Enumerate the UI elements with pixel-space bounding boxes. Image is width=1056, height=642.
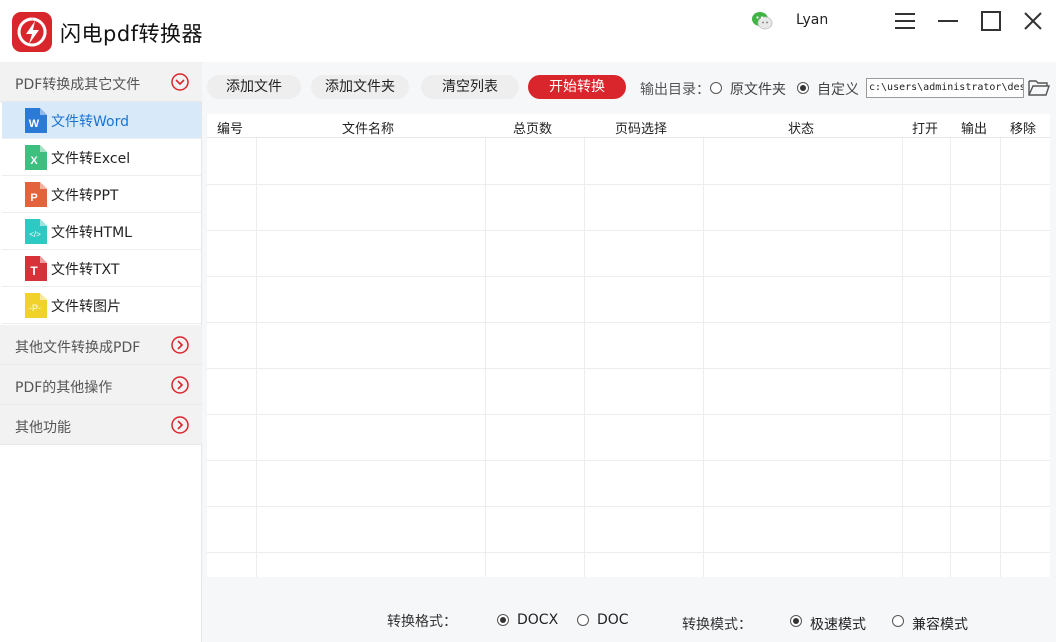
sidebar-item-label: 文件转Word [51,114,129,130]
section-pdf-other-ops[interactable]: PDF的其他操作 [0,365,202,405]
section-label: 其他功能 [15,420,71,436]
radio-format-docx-label: DOCX [517,612,559,628]
radio-mode-fast[interactable] [790,615,802,627]
radio-format-docx[interactable] [497,614,509,626]
column-header-pages: 总页数 [513,122,553,137]
ppt-file-icon: P [25,182,47,207]
sidebar-item-txt[interactable]: T 文件转TXT [2,250,201,287]
section-other-functions[interactable]: 其他功能 [0,405,202,445]
sidebar: PDF转换成其它文件 W 文件转Word X 文件转Excel P 文件转PPT… [0,62,202,642]
sidebar-item-word[interactable]: W 文件转Word [2,102,201,139]
radio-source-folder[interactable] [710,82,722,94]
sidebar-item-label: 文件转图片 [51,299,121,315]
main-panel: 添加文件 添加文件夹 清空列表 开始转换 输出目录： 原文件夹 自定义 c:\u… [202,62,1056,642]
output-dir-label: 输出目录： [640,82,710,98]
svg-text:P: P [30,192,37,204]
app-title: 闪电pdf转换器 [60,22,204,46]
clear-list-button[interactable]: 清空列表 [421,75,519,99]
word-file-icon: W [25,108,47,133]
sidebar-item-ppt[interactable]: P 文件转PPT [2,176,201,213]
svg-text:W: W [29,118,40,130]
excel-file-icon: X [25,145,47,170]
section-pdf-to-other[interactable]: PDF转换成其它文件 [0,62,202,102]
wechat-icon[interactable] [751,10,773,32]
sidebar-item-label: 文件转PPT [51,188,119,204]
radio-source-folder-label: 原文件夹 [730,82,786,98]
column-header-page-select: 页码选择 [615,122,668,137]
output-path-field[interactable]: c:\users\administrator\desktop [866,78,1024,98]
radio-custom[interactable] [797,82,809,94]
sidebar-item-html[interactable]: </> 文件转HTML [2,213,201,250]
sidebar-item-label: 文件转HTML [51,225,132,241]
folder-open-icon[interactable] [1028,78,1050,98]
column-header-remove: 移除 [1010,122,1037,137]
section-label: PDF的其他操作 [15,380,113,396]
sidebar-item-excel[interactable]: X 文件转Excel [2,139,201,176]
chevron-right-icon [171,376,189,394]
chevron-right-icon [171,336,189,354]
column-header-index: 编号 [217,122,244,137]
radio-format-doc-label: DOC [597,612,629,628]
svg-text:X: X [30,155,38,167]
svg-text:</>: </> [29,230,41,239]
table-header: 编号 文件名称 总页数 页码选择 状态 打开 输出 移除 [207,114,1050,138]
section-label: PDF转换成其它文件 [15,77,141,93]
radio-format-doc[interactable] [577,614,589,626]
column-header-status: 状态 [788,122,815,137]
sidebar-item-label: 文件转TXT [51,262,120,278]
maximize-icon[interactable] [978,8,1004,34]
column-header-output: 输出 [961,122,988,137]
column-header-open: 打开 [912,122,939,137]
svg-text:-P-: -P- [29,303,41,313]
sidebar-item-label: 文件转Excel [51,151,131,167]
add-folder-button[interactable]: 添加文件夹 [311,75,409,99]
chevron-down-icon [171,73,189,91]
minimize-icon[interactable] [935,8,961,34]
close-icon[interactable] [1020,8,1046,34]
radio-mode-compat[interactable] [892,615,904,627]
file-table: 编号 文件名称 总页数 页码选择 状态 打开 输出 移除 [207,114,1050,577]
add-file-button[interactable]: 添加文件 [207,75,301,99]
section-label: 其他文件转换成PDF [15,340,141,356]
app-logo-icon [12,12,52,52]
username[interactable]: Lyan [796,12,828,28]
txt-file-icon: T [25,256,47,281]
section-other-to-pdf[interactable]: 其他文件转换成PDF [0,325,202,365]
svg-text:T: T [30,264,38,278]
radio-mode-compat-label: 兼容模式 [912,617,968,633]
radio-custom-label: 自定义 [817,82,859,98]
image-file-icon: -P- [25,293,47,318]
menu-icon[interactable] [892,8,918,34]
radio-mode-fast-label: 极速模式 [810,617,866,633]
format-label: 转换格式： [387,614,457,630]
column-header-filename: 文件名称 [342,122,395,137]
title-bar: 闪电pdf转换器 Lyan [0,0,1056,62]
mode-label: 转换模式： [682,617,752,633]
sidebar-item-image[interactable]: -P- 文件转图片 [2,287,201,324]
chevron-right-icon [171,416,189,434]
start-convert-button[interactable]: 开始转换 [528,75,626,99]
html-file-icon: </> [25,219,47,244]
table-body [207,138,1050,577]
